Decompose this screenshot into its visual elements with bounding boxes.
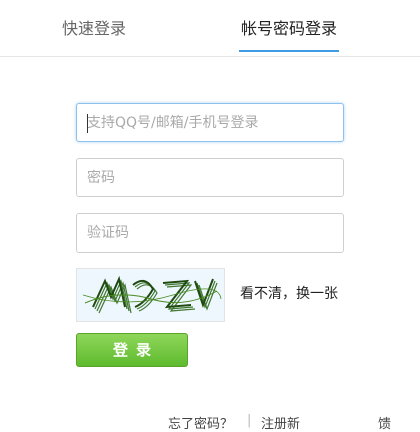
forgot-password-link[interactable]: 忘了密码？ [168,413,233,432]
text-cursor [87,114,88,133]
register-link[interactable]: 注册新 [261,413,300,432]
feedback-link[interactable]: 馈 [378,413,391,432]
tab-account-login-label: 帐号密码登录 [241,19,338,38]
redacted-region [305,409,377,430]
tab-quick-login[interactable]: 快速登录 [62,0,126,56]
tab-account-login[interactable]: 帐号密码登录 [239,0,340,56]
password-field[interactable] [76,158,344,197]
active-tab-underline [239,50,340,52]
login-button[interactable]: 登录 [76,333,188,367]
captcha-input[interactable] [77,214,343,252]
login-tabs: 快速登录 帐号密码登录 [0,0,420,57]
footer-separator: | [247,413,252,428]
username-field[interactable] [76,103,344,142]
captcha-field[interactable] [76,213,344,253]
captcha-image[interactable] [76,268,225,322]
password-input[interactable] [77,159,343,196]
username-input[interactable] [77,104,343,141]
captcha-graphic [77,269,224,321]
refresh-captcha-link[interactable]: 看不清，换一张 [240,283,338,303]
